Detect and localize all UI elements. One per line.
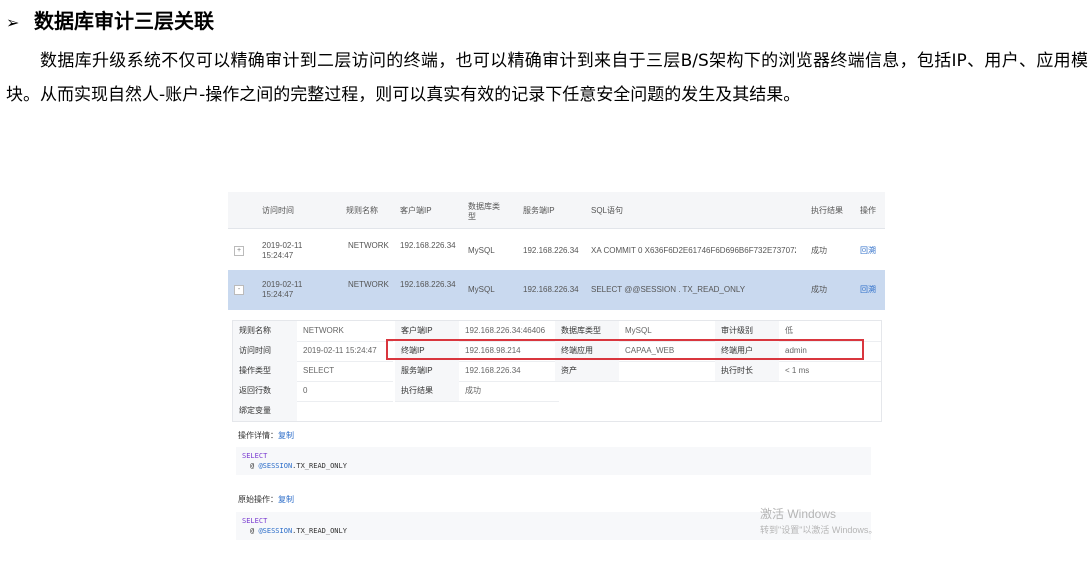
detail-label: 执行时长 (715, 361, 779, 382)
windows-watermark: 激活 Windows (760, 507, 837, 521)
row-rule: NETWORK (348, 241, 389, 250)
expand-icon[interactable]: + (234, 246, 244, 256)
row-client-ip: 192.168.226.34 (400, 280, 456, 289)
op-detail-label: 操作详情：复制 (238, 430, 294, 441)
audit-screenshot: 访问时间 规则名称 客户端IP 数据库类型 服务端IP SQL语句 执行结果 操… (228, 192, 885, 552)
copy-link[interactable]: 复制 (278, 495, 294, 504)
row-sql: SELECT @@SESSION . TX_READ_ONLY (591, 285, 746, 294)
detail-value: 成功 (459, 381, 559, 402)
detail-value: SELECT (297, 361, 393, 382)
detail-panel: 规则名称 NETWORK 客户端IP 192.168.226.34:46406 … (232, 320, 882, 422)
op-detail-title: 操作详情： (238, 431, 278, 440)
section-title: 数据库审计三层关联 (34, 9, 214, 33)
code-line: @ @SESSION.TX_READ_ONLY (250, 462, 347, 470)
detail-value: < 1 ms (779, 361, 881, 382)
paragraph-text: 数据库升级系统不仅可以精确审计到二层访问的终端，也可以精确审计到来自于三层B/S… (6, 51, 1088, 105)
row-db-type: MySQL (468, 285, 495, 294)
detail-label: 绑定变量 (233, 401, 297, 421)
detail-value (619, 361, 717, 382)
col-access-time: 访问时间 (262, 206, 294, 215)
row-db-type: MySQL (468, 246, 495, 255)
replay-link[interactable]: 回溯 (860, 246, 876, 256)
highlight-box (386, 339, 864, 360)
row-result: 成功 (811, 285, 827, 294)
detail-value (297, 401, 879, 421)
detail-label: 返回行数 (233, 381, 297, 402)
row-server-ip: 192.168.226.34 (523, 285, 579, 294)
row-time: 2019-02-11 15:24:47 (262, 241, 303, 260)
row-time: 2019-02-11 15:24:47 (262, 280, 303, 299)
code-rest: .TX_READ_ONLY (292, 462, 347, 470)
detail-value: NETWORK (297, 321, 393, 342)
code-rest: .TX_READ_ONLY (292, 527, 347, 535)
row-client-ip: 192.168.226.34 (400, 241, 456, 250)
detail-value: 192.168.226.34 (459, 361, 559, 382)
row-rule: NETWORK (348, 280, 389, 289)
detail-value: 0 (297, 381, 393, 402)
col-rule-name: 规则名称 (346, 206, 378, 215)
col-client-ip: 客户端IP (400, 206, 432, 215)
col-sql: SQL语句 (591, 206, 624, 215)
row-sql: XA COMMIT 0 X636F6D2E61746F6D696B6F732E7… (591, 246, 796, 255)
col-db-type: 数据库类型 (468, 202, 500, 221)
col-server-ip: 服务端IP (523, 206, 555, 215)
detail-value: 2019-02-11 15:24:47 (297, 341, 393, 362)
raw-op-title: 原始操作： (238, 495, 278, 504)
code-keyword: SELECT (242, 517, 268, 525)
raw-op-label: 原始操作：复制 (238, 494, 294, 505)
table-header: 访问时间 规则名称 客户端IP 数据库类型 服务端IP SQL语句 执行结果 操… (228, 192, 885, 229)
row-result: 成功 (811, 246, 827, 255)
section-heading: ➢ 数据库审计三层关联 (6, 6, 214, 36)
table-row[interactable]: + 2019-02-11 15:24:47 NETWORK 192.168.22… (228, 232, 885, 271)
code-keyword: SELECT (242, 452, 268, 460)
arrow-bullet-icon: ➢ (6, 13, 20, 32)
detail-label: 规则名称 (233, 321, 297, 342)
detail-label: 访问时间 (233, 341, 297, 362)
code-var: @SESSION (258, 527, 293, 535)
windows-watermark-sub: 转到"设置"以激活 Windows。 (760, 525, 878, 535)
detail-label: 操作类型 (233, 361, 297, 382)
body-paragraph: 数据库升级系统不仅可以精确审计到二层访问的终端，也可以精确审计到来自于三层B/S… (6, 44, 1088, 112)
op-detail-code: SELECT @ @SESSION.TX_READ_ONLY (236, 447, 871, 475)
replay-link[interactable]: 回溯 (860, 285, 876, 295)
copy-link[interactable]: 复制 (278, 431, 294, 440)
col-action: 操作 (860, 206, 876, 215)
detail-label: 服务端IP (395, 361, 459, 382)
row-server-ip: 192.168.226.34 (523, 246, 579, 255)
collapse-icon[interactable]: - (234, 285, 244, 295)
code-line: @ @SESSION.TX_READ_ONLY (250, 527, 347, 535)
detail-label: 执行结果 (395, 381, 459, 402)
detail-label: 资产 (555, 361, 619, 382)
code-var: @SESSION (258, 462, 293, 470)
col-result: 执行结果 (811, 206, 843, 215)
table-row-selected[interactable]: - 2019-02-11 15:24:47 NETWORK 192.168.22… (228, 270, 885, 310)
